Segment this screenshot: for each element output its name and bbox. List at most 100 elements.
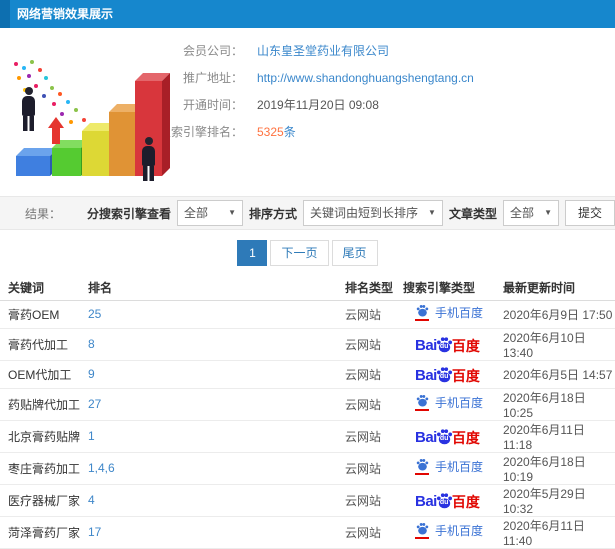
mobile-baidu-logo: 手机百度 <box>415 304 483 321</box>
baidu-paw-icon: du <box>436 492 453 509</box>
businessman-figure-left <box>22 87 35 131</box>
mobile-baidu-label: 手机百度 <box>435 396 484 410</box>
rank-cell: 8 <box>88 328 345 361</box>
confetti-decor <box>14 62 18 66</box>
mobile-baidu-logo: 手机百度 <box>415 394 483 411</box>
businessman-figure-right <box>142 137 155 181</box>
baidu-paw-icon <box>415 458 430 475</box>
rank-link[interactable]: 1,4,6 <box>88 461 115 475</box>
filter-bar: 结果： 分搜索引擎查看 全部 ▼ 排序方式 关键词由短到长排序 ▼ 文章类型 全… <box>0 196 615 230</box>
rank-link[interactable]: 4 <box>88 493 95 507</box>
article-type-label: 文章类型 <box>448 206 497 221</box>
baidu-paw-icon <box>415 304 430 321</box>
header-updated: 最新更新时间 <box>503 276 615 301</box>
keyword-cell: 北京膏药贴牌 <box>0 420 88 453</box>
sort-value: 关键词由短到长排序 <box>310 206 419 220</box>
article-type-value: 全部 <box>509 206 534 220</box>
engine-cell: 手机百度 <box>403 516 503 549</box>
promo-url-link[interactable]: http://www.shandonghuangshengtang.cn <box>257 71 474 85</box>
baidu-paw-icon: du <box>436 366 453 383</box>
rank-cell: 1 <box>88 420 345 453</box>
engine-cell: Bai du 百度 <box>403 420 503 453</box>
article-type-select[interactable]: 全部 ▼ <box>502 200 559 226</box>
baidu-paw-icon: du <box>436 428 453 445</box>
rank-cell: 1,4,6 <box>88 452 345 485</box>
mobile-baidu-label: 手机百度 <box>435 306 484 320</box>
rank-count-unit: 条 <box>283 125 296 139</box>
marketing-illustration <box>4 30 186 186</box>
table-header-row: 关键词 排名 排名类型 搜索引擎类型 最新更新时间 <box>0 276 615 301</box>
table-row: 北京膏药贴牌 1 云网站 Bai du 百度 2020年6月11日 11:18 <box>0 420 615 453</box>
next-page-button[interactable]: 下一页 <box>270 240 329 266</box>
keyword-cell: 膏药代加工 <box>0 328 88 361</box>
rank-link[interactable]: 25 <box>88 307 101 321</box>
baidu-logo: Bai du 百度 <box>415 492 480 510</box>
engine-cell: Bai du 百度 <box>403 328 503 361</box>
page-1-button[interactable]: 1 <box>237 240 268 266</box>
engine-cell: Bai du 百度 <box>403 484 503 517</box>
rank-type-cell: 云网站 <box>345 300 403 329</box>
mobile-baidu-label: 手机百度 <box>435 460 484 474</box>
updated-cell: 2020年6月5日 14:57 <box>503 360 615 389</box>
engine-filter-label: 分搜索引擎查看 <box>87 206 172 221</box>
baidu-logo: Bai du 百度 <box>415 428 480 446</box>
page-title: 网络营销效果展示 <box>17 7 114 21</box>
table-row: 药贴牌代加工 27 云网站 手机百度 2020年6月18日 10:25 <box>0 388 615 421</box>
rank-cell: 25 <box>88 300 345 329</box>
engine-cell: 手机百度 <box>403 388 503 421</box>
rank-link[interactable]: 27 <box>88 397 101 411</box>
mobile-baidu-logo: 手机百度 <box>415 458 483 475</box>
table-row: OEM代加工 9 云网站 Bai du 百度 2020年6月5日 14:57 <box>0 360 615 389</box>
table-row: 菏泽膏药厂家 17 云网站 手机百度 2020年6月11日 11:40 <box>0 516 615 549</box>
keyword-cell: 膏药OEM <box>0 300 88 329</box>
illus-bar-yellow <box>82 123 118 176</box>
title-bar: 网络营销效果展示 <box>0 0 615 28</box>
updated-cell: 2020年6月11日 11:40 <box>503 516 615 549</box>
rank-cell: 4 <box>88 484 345 517</box>
updated-cell: 2020年6月11日 11:18 <box>503 420 615 453</box>
rank-cell: 9 <box>88 360 345 389</box>
header-rank: 排名 <box>88 276 345 301</box>
rank-count-value: 5325 <box>257 125 284 139</box>
rank-cell: 27 <box>88 388 345 421</box>
table-row: 膏药OEM 25 云网站 手机百度 2020年6月9日 17:50 <box>0 300 615 329</box>
table-row: 膏药代加工 8 云网站 Bai du 百度 2020年6月10日 13:40 <box>0 328 615 361</box>
rank-type-cell: 云网站 <box>345 388 403 421</box>
open-time-value: 2019年11月20日 09:08 <box>257 98 379 112</box>
header-keyword: 关键词 <box>0 276 88 301</box>
company-link[interactable]: 山东皇圣堂药业有限公司 <box>257 44 389 58</box>
title-bar-accent <box>0 0 10 28</box>
baidu-paw-icon <box>415 522 430 539</box>
rank-type-cell: 云网站 <box>345 420 403 453</box>
table-row: 枣庄膏药加工 1,4,6 云网站 手机百度 2020年6月18日 10:19 <box>0 452 615 485</box>
header-rank-type: 排名类型 <box>345 276 403 301</box>
rank-link[interactable]: 17 <box>88 525 101 539</box>
engine-cell: 手机百度 <box>403 452 503 485</box>
chevron-down-icon: ▼ <box>544 208 552 217</box>
table-row: 医疗器械厂家 4 云网站 Bai du 百度 2020年5月29日 10:32 <box>0 484 615 517</box>
engine-cell: Bai du 百度 <box>403 360 503 389</box>
baidu-logo: Bai du 百度 <box>415 366 480 384</box>
keyword-cell: 医疗器械厂家 <box>0 484 88 517</box>
sort-select[interactable]: 关键词由短到长排序 ▼ <box>303 200 443 226</box>
member-info-section: 会员公司： 山东皇圣堂药业有限公司 推广地址： http://www.shandon… <box>0 28 615 188</box>
rank-link[interactable]: 9 <box>88 367 95 381</box>
updated-cell: 2020年6月18日 10:19 <box>503 452 615 485</box>
keyword-cell: 药贴牌代加工 <box>0 388 88 421</box>
rank-cell: 17 <box>88 516 345 549</box>
last-page-button[interactable]: 尾页 <box>331 240 378 266</box>
engine-cell: 手机百度 <box>403 300 503 329</box>
keyword-cell: 菏泽膏药厂家 <box>0 516 88 549</box>
rank-link[interactable]: 1 <box>88 429 95 443</box>
submit-button[interactable]: 提交 <box>564 200 615 226</box>
mobile-baidu-label: 手机百度 <box>435 524 484 538</box>
engine-filter-value: 全部 <box>184 206 209 220</box>
illus-bar-green <box>52 140 89 176</box>
keyword-cell: 枣庄膏药加工 <box>0 452 88 485</box>
rank-link[interactable]: 8 <box>88 337 95 351</box>
chevron-down-icon: ▼ <box>428 208 436 217</box>
baidu-logo: Bai du 百度 <box>415 336 480 354</box>
rank-type-cell: 云网站 <box>345 328 403 361</box>
engine-filter-select[interactable]: 全部 ▼ <box>177 200 244 226</box>
illus-bar-orange <box>109 104 144 176</box>
